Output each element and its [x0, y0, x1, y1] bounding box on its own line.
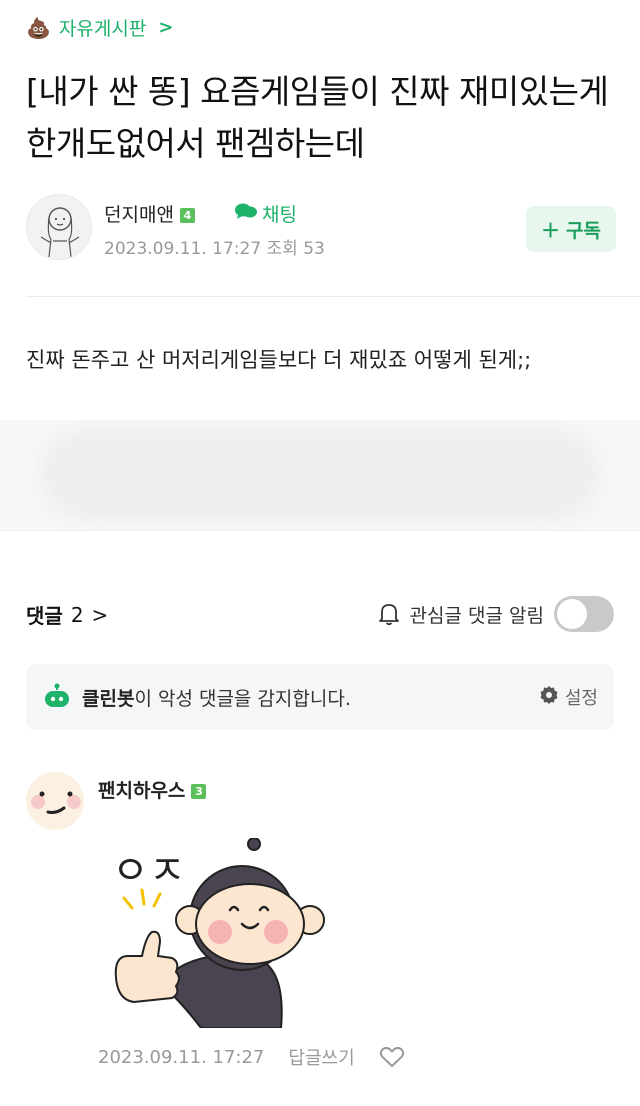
chevron-right-icon: > [91, 602, 109, 627]
post-meta: 2023.09.11. 17:27 조회 53 [104, 234, 325, 259]
post-title: [내가 싼 똥] 요즘게임들이 진짜 재미있는게 한개도없어서 팬겜하는데 [26, 72, 609, 163]
chat-label: 채팅 [262, 204, 297, 226]
author-row: 던지매앤 4 채팅 2023.09.11. 17:27 조회 53 ＋ 구독 [26, 194, 616, 264]
plus-icon: ＋ [541, 219, 561, 242]
toggle-knob [557, 599, 587, 629]
reply-button[interactable]: 답글쓰기 [288, 1044, 354, 1070]
subscribe-button[interactable]: ＋ 구독 [526, 206, 616, 252]
settings-label: 설정 [564, 688, 598, 709]
chevron-right-icon: > [158, 17, 174, 38]
level-badge: 4 [179, 208, 195, 223]
robot-icon [42, 683, 72, 711]
section-divider [0, 530, 640, 558]
comments-count: 2 [70, 602, 84, 627]
blurred-content [0, 420, 640, 530]
cleanbot-name: 클린봇 [82, 687, 135, 710]
bell-icon [378, 602, 400, 626]
commenter-avatar[interactable] [26, 772, 84, 830]
board-name: 자유게시판 [58, 18, 147, 40]
comment-notify: 관심글 댓글 알림 [378, 596, 614, 632]
board-link[interactable]: 💩 자유게시판 > [26, 14, 173, 41]
heart-icon[interactable] [379, 1045, 405, 1069]
notify-toggle[interactable] [554, 596, 614, 632]
notify-label: 관심글 댓글 알림 [409, 604, 544, 627]
comment-sticker: ㅇㅈ [106, 837, 336, 1029]
poop-icon: 💩 [26, 15, 51, 40]
cleanbot-message: 이 악성 댓글을 감지합니다. [134, 687, 351, 710]
cleanbot-banner: 클린봇 이 악성 댓글을 감지합니다. 설정 [26, 664, 614, 730]
author-avatar[interactable] [26, 194, 92, 260]
gear-icon [539, 685, 559, 710]
commenter-name[interactable]: 팬치하우스 3 [98, 776, 207, 803]
post-date: 2023.09.11. 17:27 [104, 239, 262, 259]
chat-icon [234, 202, 258, 225]
post-body: 진짜 돈주고 산 머저리게임들보다 더 재밌죠 어떻게 된게;; [26, 348, 532, 372]
level-badge: 3 [191, 784, 207, 799]
comment-date: 2023.09.11. 17:27 [98, 1046, 265, 1068]
view-count: 조회 53 [266, 239, 325, 259]
comments-label: 댓글 [26, 604, 63, 628]
comment-meta: 2023.09.11. 17:27 답글쓰기 [98, 1044, 405, 1070]
cleanbot-settings-button[interactable]: 설정 [539, 684, 598, 710]
sticker-text: ㅇㅈ [112, 848, 186, 894]
comment-item: 팬치하우스 3 ㅇㅈ 2023.09.11. 17:27 답글쓰기 [26, 772, 614, 1072]
chat-button[interactable]: 채팅 [234, 200, 297, 227]
author-name[interactable]: 던지매앤 4 [104, 200, 195, 227]
divider [26, 296, 640, 297]
comments-header[interactable]: 댓글 2 > [26, 600, 108, 629]
subscribe-label: 구독 [566, 219, 601, 242]
